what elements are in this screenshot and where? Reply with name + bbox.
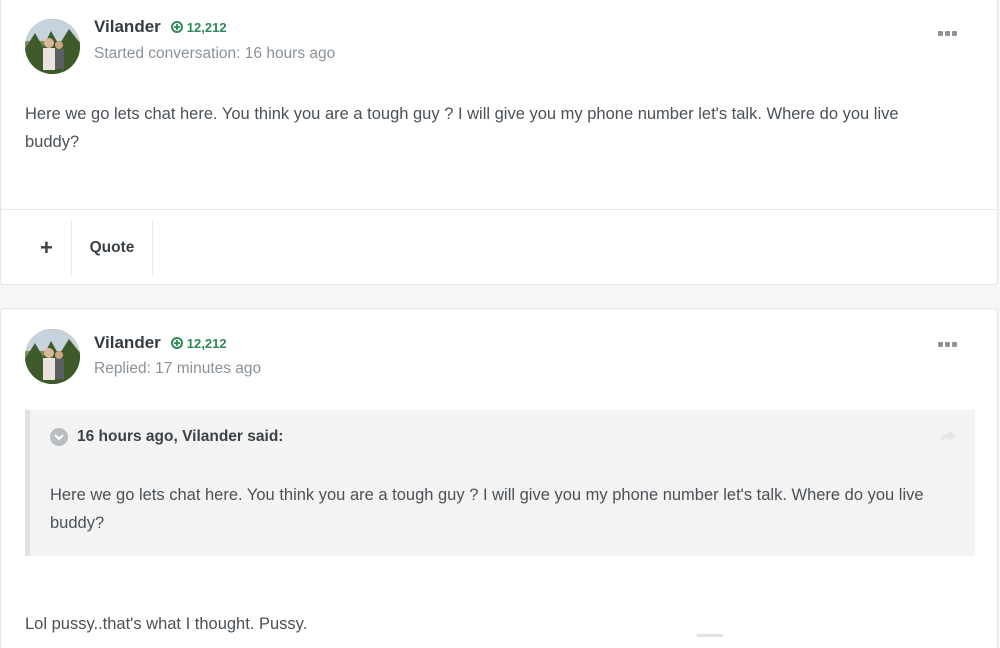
reputation-count: 12,212	[186, 335, 227, 351]
author-name[interactable]: Vilander	[94, 333, 161, 353]
quote-body: Here we go lets chat here. You think you…	[50, 486, 924, 532]
post-header: Vilander 12,212 Started conversation: 16…	[25, 0, 997, 75]
plus-icon: +	[40, 234, 53, 260]
post-body: Here we go lets chat here. You think you…	[25, 105, 899, 151]
post-actions: + Quote	[1, 209, 997, 286]
chevron-down-circle-icon[interactable]	[50, 428, 68, 446]
quote-block: 16 hours ago, Vilander said: Here we go …	[25, 410, 975, 556]
post-card-2: Vilander 12,212 Replied: 17 minutes ago	[0, 308, 998, 648]
author-avatar[interactable]	[25, 19, 80, 74]
plus-circle-icon	[170, 21, 183, 33]
share-arrow-icon[interactable]	[939, 430, 957, 449]
post-meta: Replied: 17 minutes ago	[94, 360, 262, 377]
author-avatar[interactable]	[25, 329, 80, 384]
post-meta: Started conversation: 16 hours ago	[94, 45, 336, 62]
post-card-1: Vilander 12,212 Started conversation: 16…	[0, 0, 998, 285]
react-button[interactable]: +	[25, 220, 72, 275]
avatar-photo-icon	[25, 329, 80, 384]
post-header: Vilander 12,212 Replied: 17 minutes ago	[25, 309, 997, 389]
reputation-badge[interactable]: 12,212	[170, 335, 227, 351]
divider	[697, 634, 723, 637]
quote-citation[interactable]: 16 hours ago, Vilander said:	[50, 428, 283, 446]
post-body: Lol pussy..that's what I thought. Pussy.	[25, 615, 308, 633]
plus-circle-icon	[170, 337, 183, 349]
author-line: Vilander 12,212	[94, 333, 227, 353]
reputation-count: 12,212	[186, 19, 227, 35]
quote-citation-text: 16 hours ago, Vilander said:	[77, 428, 284, 445]
reputation-badge[interactable]: 12,212	[170, 19, 227, 35]
ellipsis-icon[interactable]	[938, 342, 957, 347]
ellipsis-icon[interactable]	[938, 31, 957, 36]
quote-button[interactable]: Quote	[72, 220, 153, 275]
avatar-photo-icon	[25, 19, 80, 74]
author-line: Vilander 12,212	[94, 17, 227, 37]
author-name[interactable]: Vilander	[94, 17, 161, 37]
